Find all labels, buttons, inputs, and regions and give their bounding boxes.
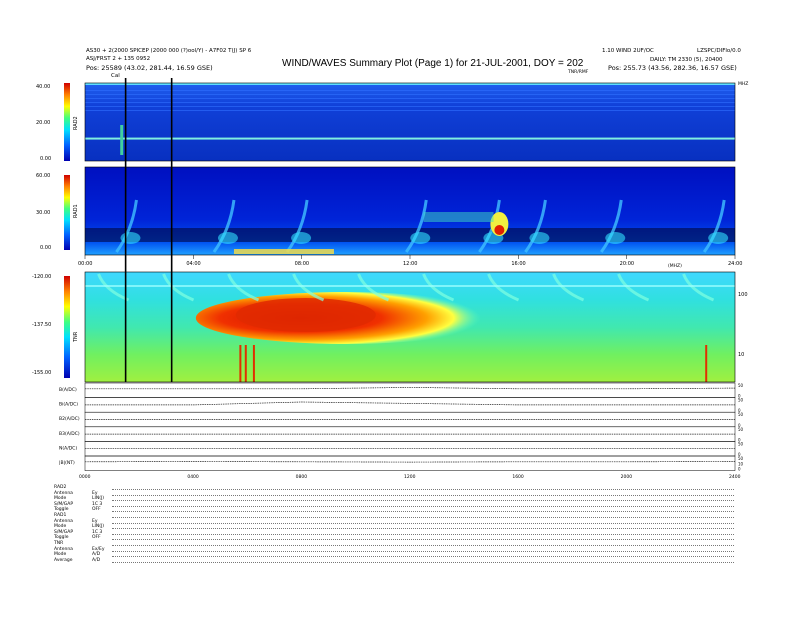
tnr-colorbar	[64, 276, 70, 378]
summary-plot-page: B(A/DC) 50 0 Bi(A/DC) 50 0 B2(A/DC) 50 0 B3(A/DC)…	[0, 0, 792, 612]
line-panel-tick: 0	[738, 467, 741, 472]
page-title: WIND/WAVES Summary Plot (Page 1) for 21-…	[282, 58, 584, 69]
line-panel-label: Bi(A/DC)	[59, 402, 78, 408]
line-panel-label: N(A/DC)	[59, 445, 77, 451]
line-panel-tick: 50	[738, 398, 744, 403]
line-panel-label: B3(A/DC)	[59, 431, 80, 437]
time-label-small: 0400	[187, 474, 199, 480]
tnr-spike	[705, 345, 708, 382]
rad1-colorbar	[64, 175, 70, 250]
rad1-burst-core	[120, 232, 141, 244]
tnr-band	[85, 285, 735, 287]
time-label: 04:00	[186, 261, 200, 267]
tnr-tick-mid: -137.50	[32, 322, 52, 328]
time-label-small: 1600	[512, 474, 524, 480]
line-series	[84, 461, 736, 463]
rad1-dark-band	[85, 228, 735, 242]
time-label: 08:00	[295, 261, 309, 267]
rad1-burst-core	[217, 232, 238, 244]
tnr-right-tick-10: 10	[738, 352, 745, 358]
tnr-tick-bottom: -155.00	[32, 370, 52, 376]
rad2-stripe	[85, 94, 735, 95]
rad1-intense-core	[494, 225, 505, 235]
rad1-tick-top: 60.00	[36, 173, 51, 179]
rad1-tick-mid: 30.00	[36, 210, 51, 216]
time-label: 12:00	[403, 261, 417, 267]
rad2-label: RAD2	[73, 116, 79, 130]
line-series	[85, 401, 735, 406]
rad2-tick-mid: 20.00	[36, 120, 51, 126]
line-panel-tick: 50	[738, 412, 744, 417]
line-panel-label: B2(A/DC)	[59, 416, 80, 422]
rad1-burst-core	[291, 232, 312, 244]
rad1-burst-core	[605, 232, 626, 244]
line-panel-frame	[84, 382, 736, 398]
rad2-band-1	[85, 137, 735, 140]
rad1-tick-bottom: 0.00	[40, 245, 52, 251]
rad1-burst-core	[529, 232, 550, 244]
line-panel-tick: 50	[738, 456, 744, 461]
time-label: 16:00	[511, 261, 525, 267]
header-right-line1: 1.10 WIND 2UF/OC	[602, 48, 654, 54]
line-panel-tick: 10	[738, 461, 744, 466]
rad1-low-band	[233, 249, 334, 254]
tnr-top-label: TNR/RMF	[568, 70, 589, 75]
header-right-line2: LZSPC/DIFlo/0.0	[697, 48, 741, 54]
tnr-spike	[244, 345, 247, 382]
tnr-right-tick-100: 100	[738, 292, 748, 298]
time-label-small: 2400	[729, 474, 741, 480]
rad2-tick-top: 40.00	[36, 84, 51, 90]
line-panel-tick: 50	[738, 427, 744, 432]
line-panel-label: |B|(NT)	[59, 460, 75, 466]
rad2-colorbar	[64, 83, 70, 161]
time-axis-bottom: 0000 0400 0800 1200 1600 2000 2400	[79, 474, 741, 480]
footer-row-value: A/D	[92, 557, 101, 563]
rad2-stripe	[85, 110, 735, 111]
line-panel-tick: 50	[738, 441, 744, 446]
footer-row-rule	[112, 561, 734, 563]
line-panel-tick: 50	[738, 383, 744, 388]
tnr-tick-top: -120.00	[32, 274, 52, 280]
cal-marker-label: Cal	[111, 73, 120, 79]
time-label-small: 2000	[621, 474, 633, 480]
rad1-activity	[423, 212, 494, 222]
time-label-small: 0800	[296, 474, 308, 480]
tnr-spike	[239, 345, 242, 382]
footer-row-label: Average	[54, 557, 73, 563]
time-label-small: 0000	[79, 474, 91, 480]
footer-row: Average A/D	[54, 558, 734, 564]
tnr-intense-core	[235, 298, 376, 332]
rad2-stripe	[85, 106, 735, 107]
time-label: 20:00	[620, 261, 634, 267]
tnr-label: TNR	[73, 331, 79, 342]
time-label-small: 1200	[404, 474, 416, 480]
header-right-line3: DAILY: TM 2330 (5), 20400	[650, 57, 723, 63]
rad2-stripe	[85, 90, 735, 91]
line-panel-frame	[84, 455, 736, 471]
tnr-top-right-label: (MHZ)	[668, 264, 682, 269]
rad1-label: RAD1	[73, 204, 79, 218]
mhz-label: MHZ	[738, 82, 749, 87]
rad2-tick-bottom: 0.00	[40, 156, 52, 162]
rad2-stripe	[85, 98, 735, 99]
rad2-cal-signal	[120, 125, 124, 155]
line-series	[85, 387, 736, 390]
header-left-pos: Pos: 25589 (43.02, 281.44, 16.59 GSE)	[86, 64, 213, 72]
tnr-spike	[252, 345, 255, 382]
header-left-line1: AS30 + 2(2000 SPICEP (2000 000 (?)ool/Y)…	[86, 48, 252, 54]
header-left-line2: ASJ/FRST 2 + 135 0952	[86, 56, 151, 62]
rad1-burst-core	[708, 232, 729, 244]
rad1-burst-core	[410, 232, 431, 244]
rad2-stripe	[85, 102, 735, 103]
time-label: 00:00	[78, 261, 92, 267]
time-axis-rad: 00:00 04:00 08:00 12:00 16:00 20:00 24:00	[78, 255, 742, 267]
header-right-pos: Pos: 255.73 (43.56, 282.36, 16.57 GSE)	[608, 64, 737, 72]
line-panels: B(A/DC)500Bi(A/DC)500B2(A/DC)500B3(A/DC)…	[59, 382, 744, 472]
time-label: 24:00	[728, 261, 742, 267]
line-panel-label: B(A/DC)	[59, 387, 77, 393]
